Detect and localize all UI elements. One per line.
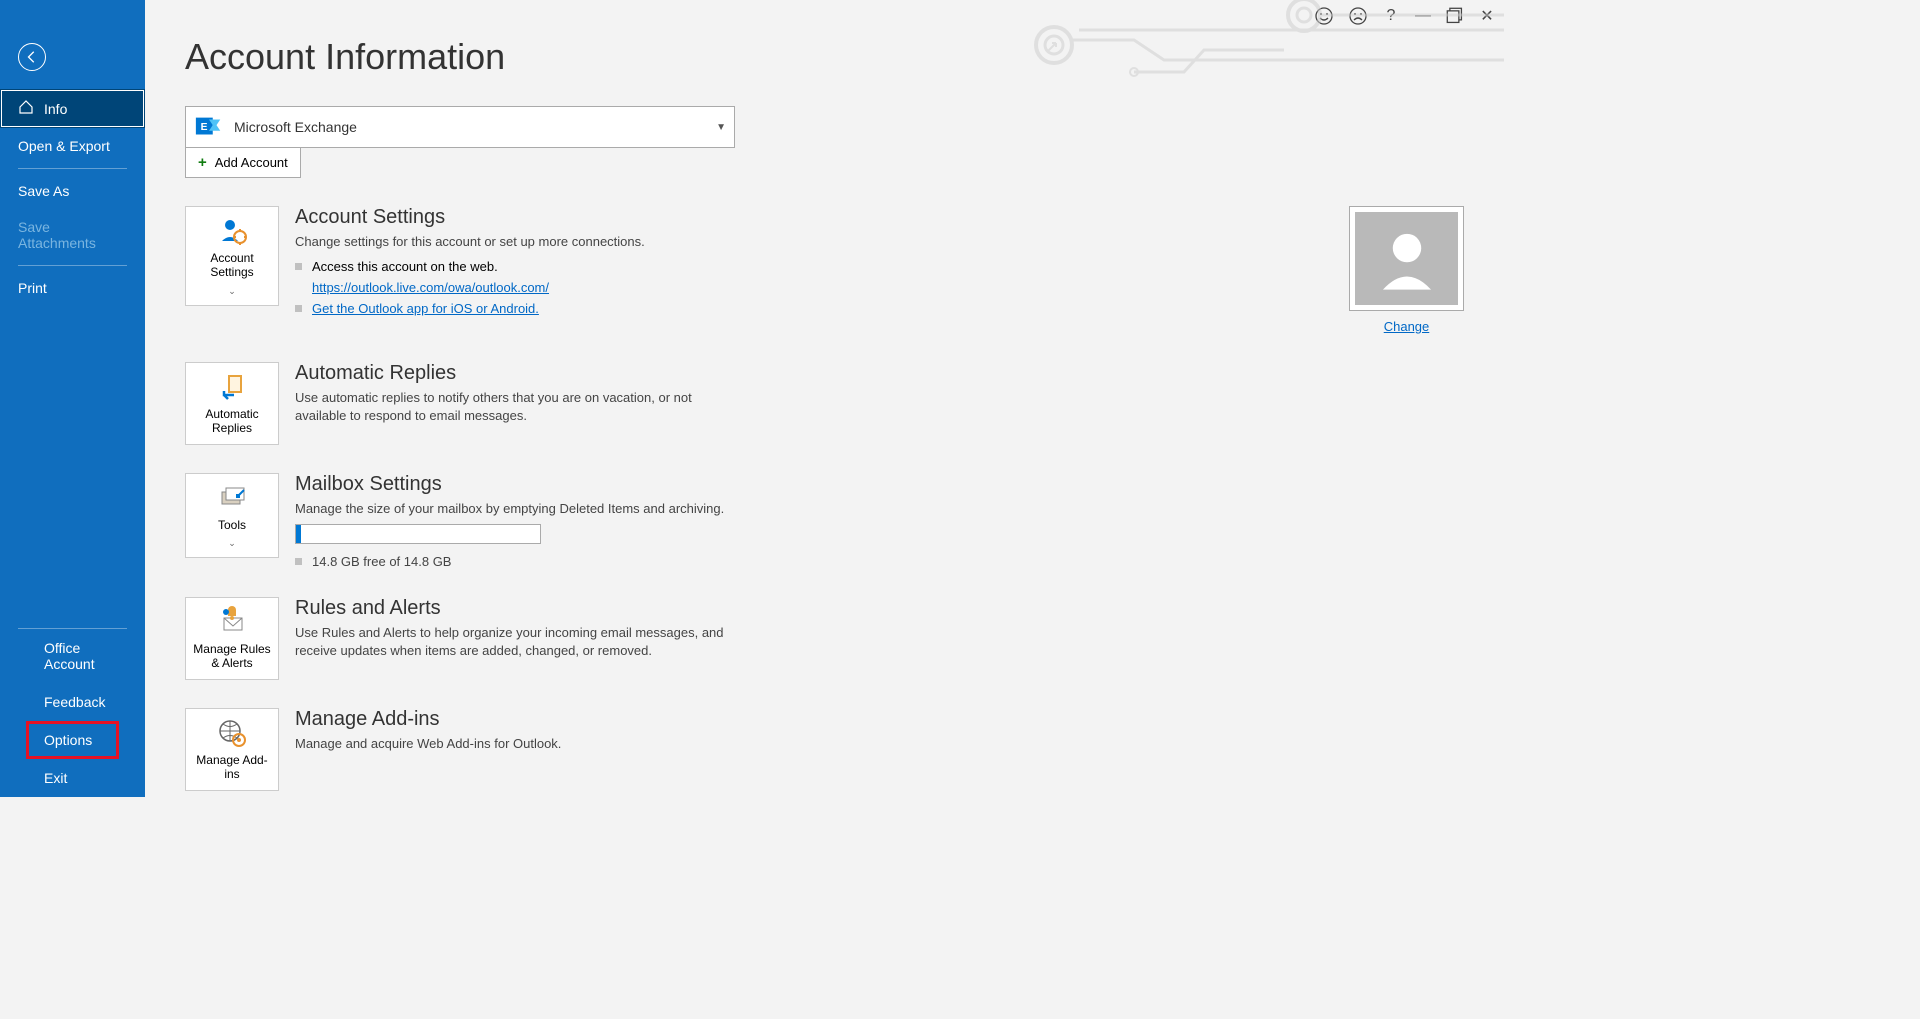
chevron-down-icon: ⌄	[228, 286, 236, 297]
arrow-left-icon	[25, 50, 39, 64]
sidebar-item-feedback[interactable]: Feedback	[0, 683, 145, 721]
backstage-sidebar: Info Open & Export Save As Save Attachme…	[0, 0, 145, 797]
exchange-icon: E	[194, 112, 224, 142]
page-title: Account Information	[185, 36, 1464, 78]
bullet-icon	[295, 558, 302, 565]
section-desc: Manage the size of your mailbox by empty…	[295, 500, 725, 518]
mobile-app-link[interactable]: Get the Outlook app for iOS or Android.	[312, 299, 539, 320]
main-content: Account Information E Microsoft Exchange…	[145, 0, 1504, 797]
account-settings-button[interactable]: Account Settings ⌄	[185, 206, 279, 306]
button-label: Account Settings	[190, 251, 274, 280]
automatic-replies-button[interactable]: Automatic Replies	[185, 362, 279, 445]
section-heading: Mailbox Settings	[295, 473, 725, 496]
sidebar-label: Exit	[44, 770, 67, 786]
button-label: Manage Add-ins	[190, 753, 274, 782]
sidebar-label: Info	[44, 101, 67, 117]
section-heading: Manage Add-ins	[295, 708, 725, 731]
manage-rules-button[interactable]: Manage Rules & Alerts	[185, 597, 279, 680]
sidebar-label: Print	[18, 280, 47, 296]
mailbox-free-text: 14.8 GB free of 14.8 GB	[312, 554, 451, 569]
help-button[interactable]: ?	[1382, 7, 1400, 25]
person-icon	[1372, 224, 1442, 294]
sidebar-label: Feedback	[44, 694, 105, 710]
bullet-icon	[295, 305, 302, 312]
sidebar-item-info[interactable]: Info	[0, 89, 145, 128]
section-desc: Use Rules and Alerts to help organize yo…	[295, 624, 725, 660]
manage-addins-button[interactable]: Manage Add-ins	[185, 708, 279, 791]
add-account-label: Add Account	[215, 155, 288, 170]
sidebar-item-exit[interactable]: Exit	[0, 759, 145, 797]
feedback-smile-icon[interactable]	[1314, 6, 1334, 26]
caret-down-icon: ▼	[716, 122, 726, 133]
account-selector[interactable]: E Microsoft Exchange ▼	[185, 106, 735, 148]
titlebar: ? — ✕	[1314, 6, 1496, 26]
sidebar-label: Options	[44, 732, 92, 748]
account-name: Microsoft Exchange	[234, 119, 706, 135]
button-label: Tools	[218, 518, 246, 532]
sidebar-item-open-export[interactable]: Open & Export	[0, 128, 145, 164]
chevron-down-icon: ⌄	[228, 538, 236, 549]
sidebar-label: Save Attachments	[18, 219, 127, 251]
section-heading: Automatic Replies	[295, 362, 725, 385]
mailbox-quota-bar	[295, 524, 541, 544]
addins-icon	[216, 717, 248, 749]
mailbox-quota-fill	[296, 525, 301, 543]
sidebar-item-office-account[interactable]: Office Account	[0, 629, 145, 683]
back-button[interactable]	[18, 43, 46, 71]
bullet-icon	[295, 263, 302, 270]
sidebar-label: Save As	[18, 183, 69, 199]
automatic-replies-icon	[216, 371, 248, 403]
svg-text:E: E	[201, 122, 208, 133]
sidebar-item-options[interactable]: Options	[26, 721, 119, 759]
section-desc: Use automatic replies to notify others t…	[295, 389, 725, 425]
plus-icon: +	[198, 154, 207, 171]
minimize-button[interactable]: —	[1414, 7, 1432, 25]
sidebar-item-print[interactable]: Print	[0, 270, 145, 306]
section-desc: Manage and acquire Web Add-ins for Outlo…	[295, 735, 725, 753]
change-photo-link[interactable]: Change	[1384, 319, 1430, 334]
sidebar-divider	[18, 265, 127, 266]
add-account-button[interactable]: + Add Account	[185, 148, 301, 178]
sidebar-divider	[18, 168, 127, 169]
bullet-text: Access this account on the web.	[312, 259, 498, 274]
sidebar-label: Open & Export	[18, 138, 110, 154]
section-heading: Account Settings	[295, 206, 725, 229]
owa-link[interactable]: https://outlook.live.com/owa/outlook.com…	[312, 280, 549, 295]
profile-photo-frame	[1349, 206, 1464, 311]
home-icon	[18, 99, 34, 118]
section-desc: Change settings for this account or set …	[295, 233, 725, 251]
profile-photo-placeholder	[1355, 212, 1458, 305]
feedback-frown-icon[interactable]	[1348, 6, 1368, 26]
rules-icon	[216, 606, 248, 638]
restore-button[interactable]	[1446, 7, 1464, 25]
section-heading: Rules and Alerts	[295, 597, 725, 620]
button-label: Manage Rules & Alerts	[190, 642, 274, 671]
button-label: Automatic Replies	[190, 407, 274, 436]
close-button[interactable]: ✕	[1478, 7, 1496, 25]
sidebar-item-save-as[interactable]: Save As	[0, 173, 145, 209]
account-settings-icon	[216, 215, 248, 247]
tools-button[interactable]: Tools ⌄	[185, 473, 279, 558]
sidebar-label: Office Account	[44, 640, 101, 672]
sidebar-item-save-attachments: Save Attachments	[0, 209, 145, 261]
tools-icon	[216, 482, 248, 514]
